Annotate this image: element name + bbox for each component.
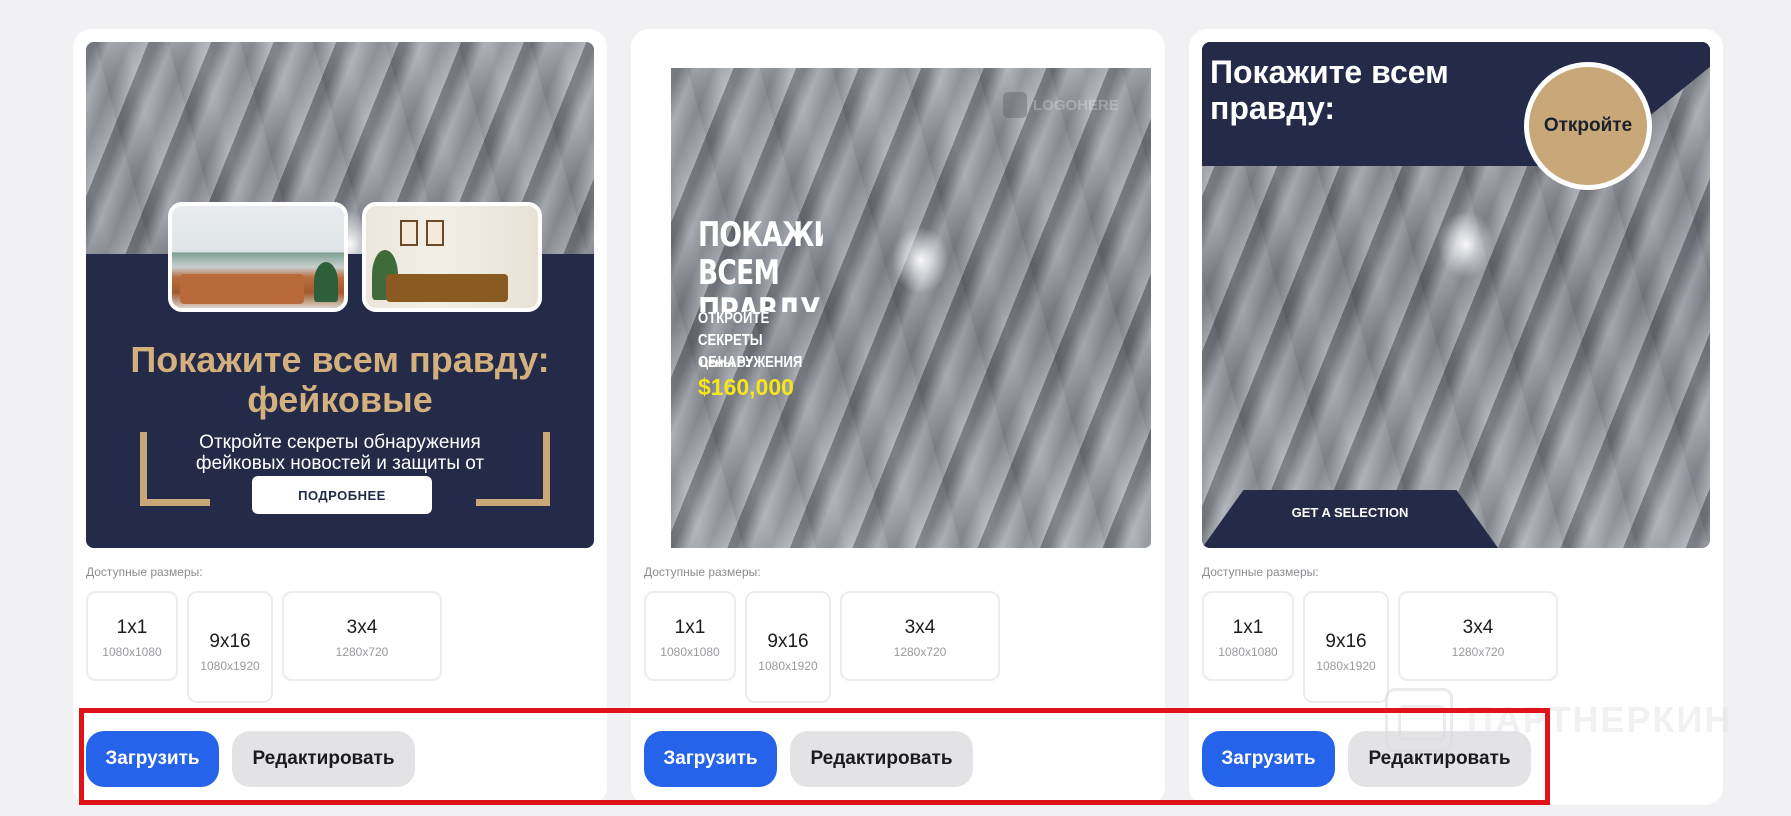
partnerkin-watermark: ПАРТНЕРКИН	[1385, 688, 1732, 752]
template-subtitle: Откройте секреты обнаружения фейковых но…	[195, 432, 485, 474]
size-pixels: 1080x1080	[102, 645, 162, 659]
size-pixels: 1280x720	[335, 645, 389, 659]
size-pixels: 1280x720	[893, 645, 947, 659]
edit-button[interactable]: Редактировать	[790, 731, 973, 787]
template-cta: GET A SELECTION	[1291, 505, 1409, 520]
size-ratio: 1x1	[1232, 617, 1264, 638]
logo-icon	[1003, 92, 1027, 118]
watermark-logo-icon	[1385, 688, 1453, 752]
watermark-text: ПАРТНЕРКИН	[1467, 699, 1733, 740]
sizes-label: Доступные размеры:	[644, 565, 761, 579]
size-option-1x1[interactable]: 1x1 1080x1080	[86, 591, 178, 681]
size-ratio: 1x1	[674, 617, 706, 638]
upload-button[interactable]: Загрузить	[644, 731, 777, 787]
interior-photo	[168, 202, 348, 312]
sizes-label: Доступные размеры:	[86, 565, 203, 579]
template-preview[interactable]: Покажите всем правду: фейковые Откройте …	[86, 42, 594, 548]
size-pixels: 1080x1080	[660, 645, 720, 659]
size-pixels: 1080x1920	[758, 659, 818, 673]
size-option-3x4[interactable]: 3x4 1280x720	[840, 591, 1000, 681]
size-option-3x4[interactable]: 3x4 1280x720	[282, 591, 442, 681]
size-pixels: 1080x1920	[200, 659, 260, 673]
template-card-2: LOGOHERE ПОКАЖИТЕ ВСЕМ ПРАВДУ ОТКРОЙТЕ С…	[631, 29, 1165, 805]
size-option-1x1[interactable]: 1x1 1080x1080	[644, 591, 736, 681]
size-ratio: 3x4	[904, 617, 936, 638]
size-option-9x16[interactable]: 9x16 1080x1920	[187, 591, 273, 703]
template-title: Покажите всем правду: фейковые	[130, 339, 550, 420]
size-ratio: 9x16	[209, 631, 251, 652]
size-pixels: 1080x1080	[1218, 645, 1278, 659]
size-ratio: 9x16	[767, 631, 809, 652]
upload-button[interactable]: Загрузить	[86, 731, 219, 787]
template-preview[interactable]: Покажите всем правду: Откройте GET A SEL…	[1202, 42, 1710, 548]
template-preview[interactable]: LOGOHERE ПОКАЖИТЕ ВСЕМ ПРАВДУ ОТКРОЙТЕ С…	[644, 42, 1152, 548]
price-label: ЦЕНЫ ОТ	[700, 358, 753, 370]
edit-button[interactable]: Редактировать	[232, 731, 415, 787]
size-ratio: 1x1	[116, 617, 148, 638]
template-card-1: Покажите всем правду: фейковые Откройте …	[73, 29, 607, 805]
size-option-3x4[interactable]: 3x4 1280x720	[1398, 591, 1558, 681]
upload-button[interactable]: Загрузить	[1202, 731, 1335, 787]
logo-text: LOGOHERE	[1033, 96, 1119, 114]
interior-photo	[362, 202, 542, 312]
template-title: Покажите всем правду:	[1210, 54, 1449, 126]
template-headline: ПОКАЖИТЕ ВСЕМ ПРАВДУ	[698, 216, 823, 312]
size-ratio: 3x4	[346, 617, 378, 638]
logo-placeholder: LOGOHERE	[1003, 92, 1119, 118]
size-option-9x16[interactable]: 9x16 1080x1920	[745, 591, 831, 703]
template-image: LOGOHERE ПОКАЖИТЕ ВСЕМ ПРАВДУ ОТКРОЙТЕ С…	[671, 68, 1151, 548]
size-ratio: 9x16	[1325, 631, 1367, 652]
size-option-9x16[interactable]: 9x16 1080x1920	[1303, 591, 1389, 703]
size-ratio: 3x4	[1462, 617, 1494, 638]
size-pixels: 1080x1920	[1316, 659, 1376, 673]
size-option-1x1[interactable]: 1x1 1080x1080	[1202, 591, 1294, 681]
price-value: $160,000	[698, 374, 794, 400]
template-circle-badge: Откройте	[1524, 62, 1652, 190]
size-pixels: 1280x720	[1451, 645, 1505, 659]
sizes-label: Доступные размеры:	[1202, 565, 1319, 579]
template-cta-button: ПОДРОБНЕЕ	[252, 476, 432, 514]
preview-frame: LOGOHERE ПОКАЖИТЕ ВСЕМ ПРАВДУ ОТКРОЙТЕ С…	[671, 68, 1151, 548]
